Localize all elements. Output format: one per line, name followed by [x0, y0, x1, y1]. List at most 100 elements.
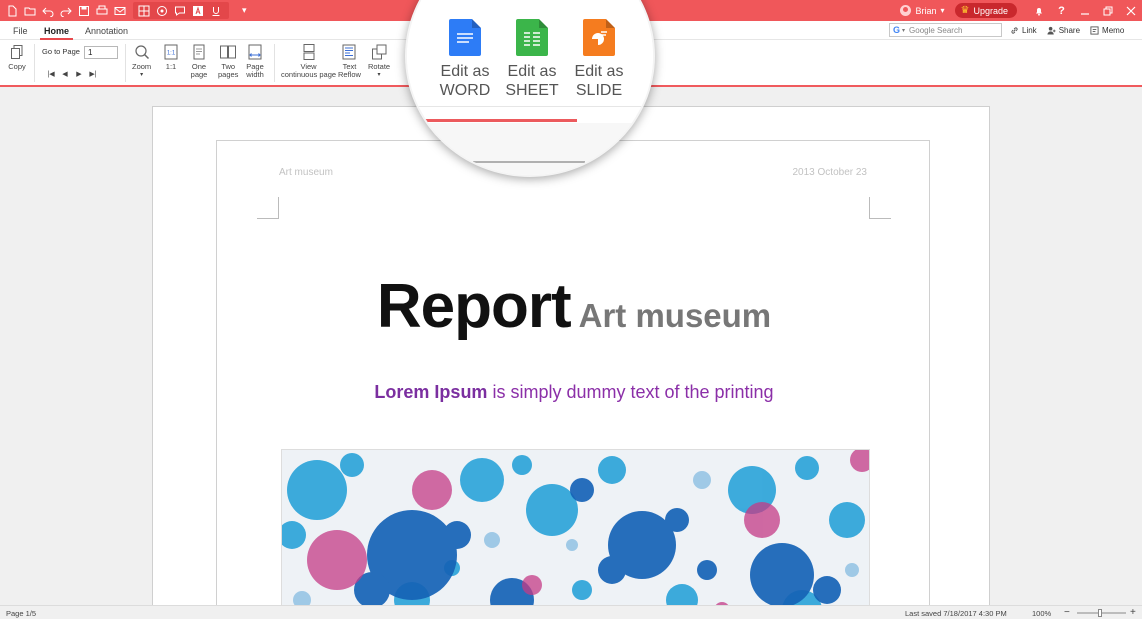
- open-folder-icon[interactable]: [22, 3, 38, 19]
- zoom-button[interactable]: Zoom ▾: [132, 43, 151, 79]
- text-reflow-button[interactable]: Text Reflow: [338, 43, 361, 79]
- memo-icon: [1090, 26, 1099, 35]
- ribbon-separator: [125, 44, 126, 82]
- actual-size-icon: 1:1: [164, 44, 178, 60]
- user-menu[interactable]: Brian ▾: [900, 5, 945, 16]
- last-saved-text: Last saved 7/18/2017 4:30 PM: [905, 609, 1007, 618]
- header-right: 2013 October 23: [792, 167, 868, 178]
- upgrade-label: Upgrade: [973, 5, 1008, 16]
- view-continuous-button[interactable]: View continuous page: [281, 43, 336, 79]
- redo-icon[interactable]: [58, 3, 74, 19]
- close-button[interactable]: [1119, 0, 1142, 21]
- copy-button[interactable]: Copy: [8, 43, 26, 71]
- bell-icon[interactable]: [1027, 0, 1050, 21]
- app-window: ▾ Brian ▾ ♛ Upgrade ? File Home Annotati…: [0, 0, 1142, 619]
- page-indicator: Page 1/5: [6, 609, 37, 618]
- quick-tools-group: [133, 2, 229, 19]
- undo-icon[interactable]: [40, 3, 56, 19]
- one-page-icon: [193, 44, 205, 60]
- one-page-label-2: page: [190, 70, 208, 79]
- page: Art museum 2013 October 23 Report Art mus…: [152, 106, 990, 605]
- chevron-down-icon: ▾: [377, 72, 381, 78]
- comment-icon[interactable]: [172, 3, 188, 18]
- customize-toolbar-chevron-icon[interactable]: ▾: [242, 5, 247, 16]
- zoom-level[interactable]: 100%: [1032, 609, 1051, 618]
- page-width-icon: [248, 44, 262, 60]
- zoom-in-button[interactable]: +: [1130, 607, 1136, 618]
- word-label-2: WORD: [439, 82, 491, 99]
- restore-button[interactable]: [1096, 0, 1119, 21]
- crop-mark: [257, 197, 279, 219]
- slide-doc-icon: [583, 19, 615, 56]
- rotate-button[interactable]: Rotate ▾: [368, 43, 390, 79]
- two-pages-button[interactable]: Two pages: [218, 43, 238, 79]
- first-page-icon[interactable]: |◀: [44, 70, 58, 78]
- zoom-slider-handle[interactable]: [1098, 609, 1102, 617]
- chevron-down-icon: ▾: [140, 72, 144, 78]
- word-label-1: Edit as: [440, 63, 490, 80]
- title-text: Report: [376, 272, 572, 341]
- previous-page-icon[interactable]: ◀: [58, 70, 72, 78]
- rotate-label: Rotate: [368, 62, 391, 71]
- share-icon: [1047, 26, 1056, 35]
- google-icon: G: [893, 25, 901, 35]
- top-links: Link Share Memo: [1010, 21, 1134, 40]
- page-width-button[interactable]: Page width: [246, 43, 264, 79]
- status-bar: Page 1/5 Last saved 7/18/2017 4:30 PM 10…: [0, 605, 1142, 619]
- two-pages-icon: [220, 45, 237, 59]
- lead-text: is simply dummy text of the printing: [487, 382, 774, 402]
- ribbon-separator: [274, 44, 275, 82]
- page-number-input[interactable]: 1: [84, 46, 118, 59]
- minimize-button[interactable]: [1073, 0, 1096, 21]
- quick-access-toolbar: ▾: [0, 0, 247, 21]
- memo-label: Memo: [1102, 26, 1125, 35]
- lead-paragraph: Lorem Ipsum is simply dummy text of the …: [217, 382, 931, 403]
- mail-icon[interactable]: [112, 3, 128, 19]
- edit-as-sheet-button[interactable]: Edit as SHEET: [502, 19, 562, 100]
- tab-file[interactable]: File: [13, 21, 28, 40]
- underline-icon[interactable]: [208, 3, 224, 18]
- link-button[interactable]: Link: [1010, 26, 1037, 35]
- actual-size-button[interactable]: 1:1 1:1: [162, 43, 180, 71]
- upgrade-button[interactable]: ♛ Upgrade: [954, 3, 1017, 18]
- tab-home[interactable]: Home: [39, 21, 74, 40]
- share-button[interactable]: Share: [1047, 26, 1080, 35]
- memo-button[interactable]: Memo: [1090, 26, 1124, 35]
- tab-annotation[interactable]: Annotation: [85, 21, 128, 40]
- chevron-down-icon: ▾: [902, 27, 906, 34]
- sheet-label-1: Edit as: [507, 63, 557, 80]
- stamp-icon[interactable]: [154, 3, 170, 18]
- one-page-button[interactable]: One page: [190, 43, 208, 79]
- magnified-divider: [473, 161, 585, 163]
- zoom-out-button[interactable]: −: [1064, 607, 1070, 618]
- edit-as-word-button[interactable]: Edit as WORD: [435, 19, 495, 100]
- print-icon[interactable]: [94, 3, 110, 19]
- help-icon[interactable]: ?: [1050, 0, 1073, 21]
- slide-label-1: Edit as: [574, 63, 624, 80]
- link-label: Link: [1022, 26, 1037, 35]
- edit-as-slide-button[interactable]: Edit as SLIDE: [569, 19, 629, 100]
- copy-icon: [11, 45, 23, 59]
- search-placeholder: Google Search: [909, 25, 963, 35]
- crown-icon: ♛: [960, 5, 970, 16]
- header-left: Art museum: [279, 167, 333, 178]
- next-page-icon[interactable]: ▶: [72, 70, 86, 78]
- page-width-label-2: width: [246, 70, 264, 79]
- user-name: Brian: [915, 5, 937, 16]
- svg-text:1:1: 1:1: [167, 51, 176, 57]
- text-highlight-icon[interactable]: [190, 3, 206, 18]
- last-page-icon[interactable]: ▶|: [86, 70, 100, 78]
- view-label-2: continuous page: [281, 70, 337, 79]
- continuous-page-icon: [303, 44, 315, 60]
- zoom-label: Zoom: [132, 62, 152, 71]
- magnified-toolbar: ★ Edit as WORD Edit as SHEET E: [407, 0, 653, 175]
- new-file-icon[interactable]: [4, 3, 20, 19]
- ribbon-accent-line: [425, 119, 577, 122]
- grid-tool-icon[interactable]: [136, 3, 152, 18]
- chevron-down-icon: ▾: [940, 6, 945, 15]
- save-icon[interactable]: [76, 3, 92, 19]
- text-reflow-icon: [342, 44, 356, 60]
- sheet-label-2: SHEET: [505, 82, 559, 99]
- magnified-page-background: [407, 123, 653, 175]
- search-input[interactable]: G ▾ Google Search: [889, 23, 1002, 37]
